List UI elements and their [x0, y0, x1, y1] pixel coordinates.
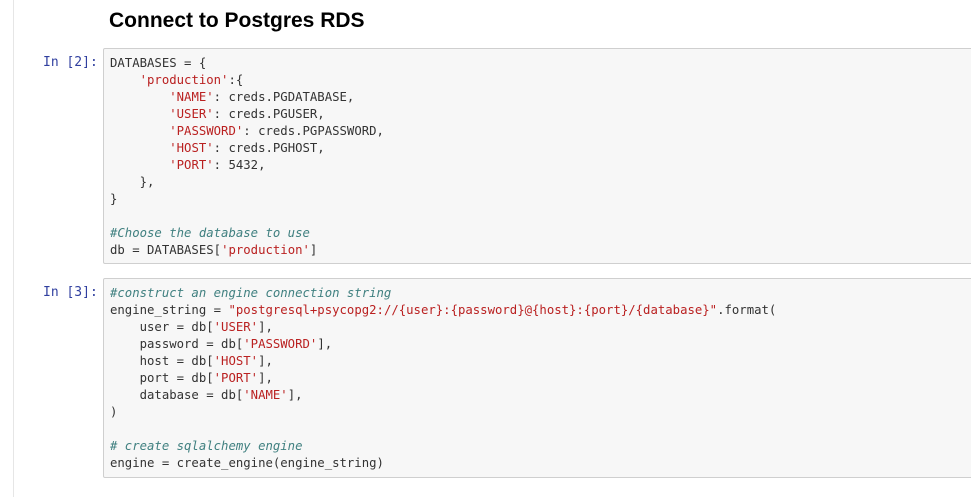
code-token: engine_string =	[110, 303, 229, 317]
string-token: 'NAME'	[169, 90, 214, 104]
code-token: database = db[	[110, 388, 244, 402]
code-line: 'PASSWORD': creds.PGPASSWORD,	[110, 123, 971, 140]
code-line: engine = create_engine(engine_string)	[110, 455, 971, 472]
code-token: ],	[317, 337, 333, 351]
code-line: 'HOST': creds.PGHOST,	[110, 140, 971, 157]
code-line: host = db['HOST'],	[110, 353, 971, 370]
code-token: }	[110, 192, 118, 206]
code-token: )	[110, 405, 118, 419]
code-line: )	[110, 404, 971, 421]
code-token: engine = create_engine(engine_string)	[110, 456, 384, 470]
code-line: password = db['PASSWORD'],	[110, 336, 971, 353]
code-token: ]	[309, 243, 318, 257]
cell-prompt-3: In [3]:	[43, 285, 98, 300]
code-line: 'NAME': creds.PGDATABASE,	[110, 89, 971, 106]
code-line: database = db['NAME'],	[110, 387, 971, 404]
comment-token: #construct an engine connection string	[110, 286, 392, 300]
string-token: 'PASSWORD'	[169, 124, 244, 138]
string-token: 'HOST'	[169, 141, 214, 155]
string-token: 'NAME'	[243, 388, 288, 402]
comment-token: #Choose the database to use	[110, 226, 310, 240]
code-token: : creds.PGHOST,	[213, 141, 325, 155]
code-line: db = DATABASES['production']	[110, 242, 971, 259]
code-cell-3[interactable]: #construct an engine connection string en…	[103, 278, 971, 478]
code-line: # create sqlalchemy engine	[110, 438, 971, 455]
notebook-left-border	[13, 0, 14, 497]
code-line: port = db['PORT'],	[110, 370, 971, 387]
code-cell-2[interactable]: DATABASES = { 'production':{ 'NAME': cre…	[103, 48, 971, 264]
string-token: 'PORT'	[169, 158, 214, 172]
code-token: .format(	[717, 303, 777, 317]
code-line: DATABASES = {	[110, 55, 971, 72]
code-line: user = db['USER'],	[110, 319, 971, 336]
code-token: : creds.PGPASSWORD,	[243, 124, 384, 138]
comment-token: # create sqlalchemy engine	[110, 439, 303, 453]
code-editor[interactable]: DATABASES = { 'production':{ 'NAME': cre…	[104, 49, 971, 259]
code-token: host = db[	[110, 354, 214, 368]
string-token: "postgresql+psycopg2://{user}:{password}…	[228, 303, 718, 317]
code-token: db = DATABASES[	[110, 243, 222, 257]
code-line: }	[110, 191, 971, 208]
code-token: ],	[258, 354, 273, 368]
code-token: ],	[258, 371, 273, 385]
cell-prompt-2: In [2]:	[43, 55, 98, 70]
string-token: 'production'	[221, 243, 310, 257]
code-editor[interactable]: #construct an engine connection string en…	[104, 279, 971, 472]
code-token: user = db[	[110, 320, 214, 334]
code-line: 'USER': creds.PGUSER,	[110, 106, 971, 123]
code-token: ],	[287, 388, 303, 402]
markdown-heading: Connect to Postgres RDS	[109, 9, 365, 32]
string-token: 'production'	[139, 73, 229, 87]
code-token: password = db[	[110, 337, 244, 351]
code-line: 'production':{	[110, 72, 971, 89]
string-token: 'PASSWORD'	[243, 337, 318, 351]
code-token: },	[110, 175, 155, 189]
code-token: :{	[228, 73, 244, 87]
code-line: 'PORT': 5432,	[110, 157, 971, 174]
code-token: DATABASES = {	[110, 56, 207, 70]
code-line: engine_string = "postgresql+psycopg2://{…	[110, 302, 971, 319]
code-line: },	[110, 174, 971, 191]
string-token: 'HOST'	[213, 354, 259, 368]
code-token: port = db[	[110, 371, 214, 385]
code-line: #construct an engine connection string	[110, 285, 971, 302]
code-line: #Choose the database to use	[110, 225, 971, 242]
code-token: : creds.PGUSER,	[213, 107, 325, 121]
code-token: ],	[258, 320, 273, 334]
string-token: 'USER'	[169, 107, 214, 121]
code-token: : creds.PGDATABASE,	[213, 90, 355, 104]
string-token: 'PORT'	[213, 371, 259, 385]
string-token: 'USER'	[213, 320, 259, 334]
code-token: : 5432,	[213, 158, 266, 172]
